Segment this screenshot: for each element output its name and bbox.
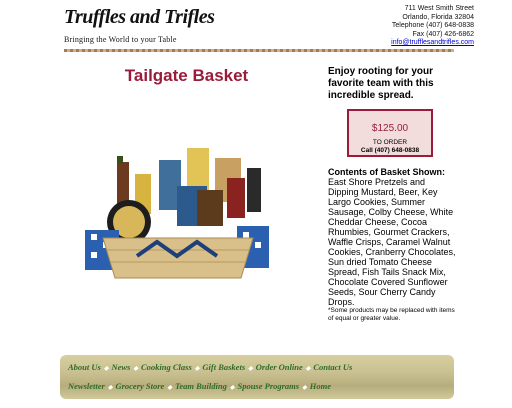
basket-image [85,148,269,279]
nav-gift-baskets[interactable]: Gift Baskets [202,362,245,372]
nav-separator: ◆ [229,385,235,391]
logo-script-text: Truffles and Trifles [64,6,215,28]
nav-separator: ◆ [248,366,253,372]
header-divider [64,49,454,52]
nav-row: About Us ◆ News ◆ Cooking Class ◆ Gift Baskets… [68,362,352,372]
contents-heading: Contents of Basket Shown: [328,167,446,177]
logo-tagline: Bringing the World to your Table [64,35,177,44]
address-line: 711 West Smith Street [404,5,474,12]
nav-newsletter[interactable]: Newsletter [68,381,105,391]
nav-separator: ◆ [302,385,307,391]
nav-spouse-programs[interactable]: Spouse Programs [237,381,299,391]
site-logo[interactable]: Truffles and Trifles Bringing the World … [64,6,215,46]
nav-news[interactable]: News [111,362,130,372]
price-box: $125.00 TO ORDER Call (407) 648-0838 [347,109,433,157]
price: $125.00 [371,123,409,134]
nav-separator: ◆ [103,366,109,372]
nav-contact-us[interactable]: Contact Us [313,362,352,372]
nav-home[interactable]: Home [310,381,331,391]
nav-separator: ◆ [194,366,200,372]
nav-separator: ◆ [107,385,113,391]
nav-separator: ◆ [305,366,311,372]
address-line: Fax (407) 426-6862 [412,30,474,38]
address-line: Telephone (407) 648-0838 [391,22,474,29]
product-intro: Enjoy rooting for your favorite team wit… [328,66,434,101]
nav-cooking-class[interactable]: Cooking Class [141,362,192,372]
contact-address: 711 West Smith Street Orlando, Florida 3… [391,5,474,48]
nav-separator: ◆ [167,385,172,391]
order-phone: Call (407) 648-0838 [360,146,420,154]
contents-list: East Shore Pretzels and Dipping Mustard,… [328,177,456,307]
nav-team-building[interactable]: Team Building [175,381,227,391]
nav-grocery-store[interactable]: Grocery Store [115,381,164,391]
site-nav: About Us ◆ News ◆ Cooking Class ◆ Gift Baskets… [60,355,454,399]
nav-order-online[interactable]: Order Online [256,362,303,372]
address-line: Orlando, Florida 32804 [402,13,474,21]
nav-separator: ◆ [133,366,138,372]
nav-about-us[interactable]: About Us [68,362,101,372]
nav-row: Newsletter ◆ Grocery Store ◆ Team Building ◆ S… [68,381,331,391]
email-link[interactable]: info@trufflesandtrifles.com [391,39,474,46]
order-label: TO ORDER [372,139,408,146]
substitution-note: *Some products may be replaced with item… [328,307,455,322]
page-title: Tailgate Basket [124,66,249,85]
